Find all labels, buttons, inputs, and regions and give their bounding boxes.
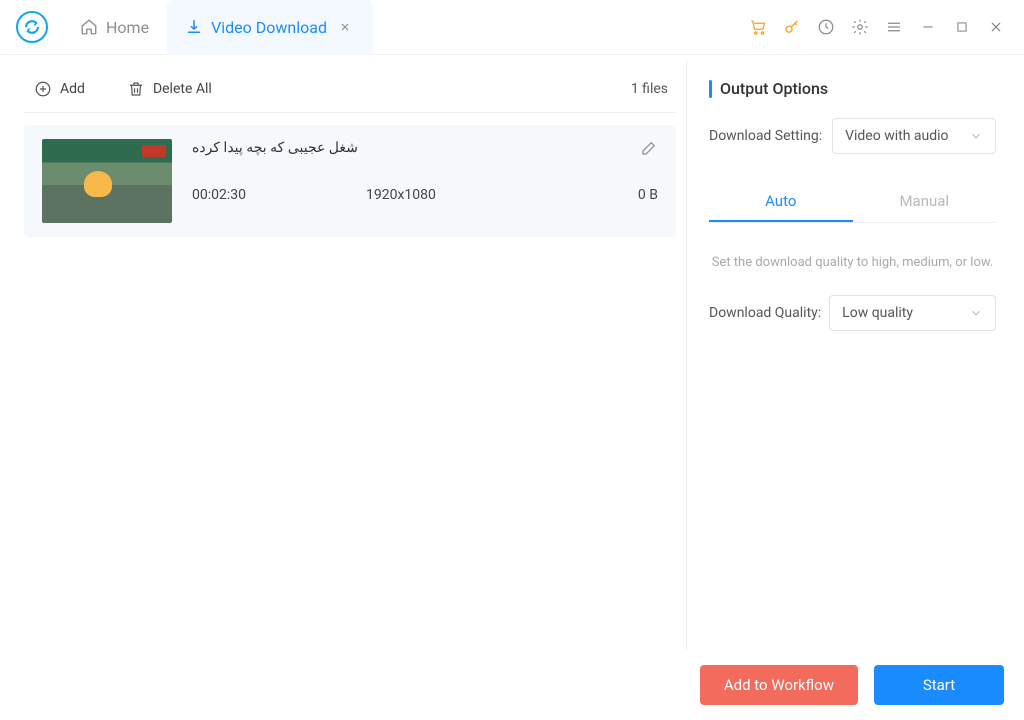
toolbar: Add Delete All 1 files: [24, 65, 676, 113]
delete-all-button[interactable]: Delete All: [117, 74, 222, 104]
download-quality-label: Download Quality:: [709, 305, 821, 321]
download-setting-select[interactable]: Video with audio: [832, 118, 996, 154]
file-count: 1 files: [631, 81, 676, 97]
plus-circle-icon: [34, 80, 52, 98]
history-icon[interactable]: [816, 17, 836, 37]
tab-active-label: Video Download: [211, 18, 327, 37]
footer: Add to Workflow Start: [0, 650, 1024, 720]
download-setting-value: Video with audio: [845, 128, 948, 144]
download-setting-row: Download Setting: Video with audio: [709, 118, 996, 154]
file-item[interactable]: شغل عجیبی که بچه پیدا کرده 00:02:30 1920…: [24, 125, 676, 237]
add-label: Add: [60, 81, 85, 97]
file-resolution: 1920x1080: [366, 187, 436, 203]
trash-icon: [127, 80, 145, 98]
download-quality-select[interactable]: Low quality: [829, 295, 996, 331]
app-logo: [16, 11, 48, 43]
tab-home-label: Home: [106, 18, 149, 37]
file-title: شغل عجیبی که بچه پیدا کرده: [192, 140, 358, 156]
key-icon[interactable]: [782, 17, 802, 37]
add-to-workflow-button[interactable]: Add to Workflow: [700, 665, 858, 705]
file-duration: 00:02:30: [192, 187, 246, 203]
output-title: Output Options: [709, 79, 996, 98]
output-title-text: Output Options: [720, 79, 828, 98]
window-close-icon[interactable]: [986, 17, 1006, 37]
title-bar-accent: [709, 80, 712, 98]
start-button[interactable]: Start: [874, 665, 1004, 705]
chevron-down-icon: [969, 306, 983, 320]
file-panel: Add Delete All 1 files شغل عجیبی که بچه …: [10, 61, 686, 650]
video-thumbnail: [42, 139, 172, 223]
file-info: شغل عجیبی که بچه پیدا کرده 00:02:30 1920…: [192, 139, 658, 203]
menu-icon[interactable]: [884, 17, 904, 37]
close-icon[interactable]: [335, 17, 355, 37]
download-setting-label: Download Setting:: [709, 128, 822, 144]
output-panel: Output Options Download Setting: Video w…: [686, 61, 1014, 650]
tab-home[interactable]: Home: [62, 0, 167, 55]
file-size: 0 B: [638, 187, 658, 203]
maximize-icon[interactable]: [952, 17, 972, 37]
cart-icon[interactable]: [748, 17, 768, 37]
delete-all-label: Delete All: [153, 81, 212, 97]
download-quality-row: Download Quality: Low quality: [709, 295, 996, 331]
titlebar: Home Video Download: [0, 0, 1024, 55]
chevron-down-icon: [969, 129, 983, 143]
tab-manual[interactable]: Manual: [853, 182, 997, 222]
download-icon: [185, 18, 203, 36]
main-area: Add Delete All 1 files شغل عجیبی که بچه …: [0, 55, 1024, 650]
quality-help-text: Set the download quality to high, medium…: [709, 253, 996, 273]
home-icon: [80, 18, 98, 36]
minimize-icon[interactable]: [918, 17, 938, 37]
edit-icon[interactable]: [640, 139, 658, 157]
quality-tabs: Auto Manual: [709, 182, 996, 223]
download-quality-value: Low quality: [842, 305, 913, 321]
titlebar-actions: [748, 17, 1014, 37]
tab-video-download[interactable]: Video Download: [167, 0, 373, 55]
add-button[interactable]: Add: [24, 74, 95, 104]
tab-auto[interactable]: Auto: [709, 182, 853, 222]
gear-icon[interactable]: [850, 17, 870, 37]
